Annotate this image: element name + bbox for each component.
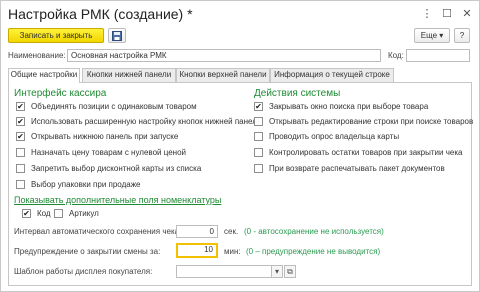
window-title: Настройка РМК (создание) * (8, 6, 193, 22)
option-label: Артикул (69, 209, 99, 218)
checkbox[interactable] (254, 117, 263, 126)
save-button[interactable] (108, 28, 126, 43)
save-and-close-button[interactable]: Записать и закрыть (8, 28, 104, 43)
option-label: Запретить выбор дисконтной карты из спис… (31, 164, 202, 173)
show-extra-fields-link[interactable]: Показывать дополнительные поля номенклат… (14, 195, 221, 205)
checkbox[interactable] (254, 132, 263, 141)
chevron-down-icon[interactable]: ▾ (271, 265, 283, 278)
option-label: Назначать цену товарам с нулевой ценой (31, 148, 186, 157)
tab-top-panel-buttons[interactable]: Кнопки верхней панели (176, 68, 270, 82)
shift-warning-label: Предупреждение о закрытии смены за: (14, 247, 161, 256)
more-button[interactable]: Еще ▾ (414, 28, 450, 43)
checkbox[interactable] (16, 180, 25, 189)
shift-warning-unit: мин: (224, 247, 241, 256)
tab-current-row-info[interactable]: Информация о текущей строке (270, 68, 394, 82)
option-label: Проводить опрос владельца карты (269, 132, 400, 141)
system-actions-title: Действия системы (254, 88, 341, 99)
more-label: Еще (420, 31, 438, 40)
option-label: Контролировать остатки товаров при закры… (269, 148, 463, 157)
help-button[interactable]: ? (454, 28, 470, 43)
name-label: Наименование: (8, 51, 66, 60)
checkbox[interactable]: ✔ (16, 102, 25, 111)
option-label: Закрывать окно поиска при выборе товара (269, 102, 429, 111)
cashier-interface-title: Интерфейс кассира (14, 88, 107, 99)
tab-bottom-panel-buttons[interactable]: Кнопки нижней панели (82, 68, 176, 82)
shift-warning-hint: (0 – предупреждение не выводится) (246, 247, 381, 256)
display-template-label: Шаблон работы дисплея покупателя: (14, 267, 153, 276)
name-field[interactable]: Основная настройка РМК (67, 49, 381, 62)
option-label: Использовать расширенную настройку кнопо… (31, 117, 262, 126)
maximize-icon[interactable]: ☐ (440, 7, 454, 21)
autosave-interval-field[interactable]: 0 (176, 225, 218, 238)
kebab-menu-icon[interactable]: ⋮ (420, 7, 434, 21)
checkbox[interactable] (16, 148, 25, 157)
checkbox[interactable] (16, 164, 25, 173)
floppy-disk-icon (112, 31, 122, 41)
checkbox[interactable]: ✔ (16, 117, 25, 126)
option-label: Выбор упаковки при продаже (31, 180, 141, 189)
code-label: Код: (388, 51, 404, 60)
chevron-down-icon: ▾ (439, 31, 444, 40)
checkbox[interactable]: ✔ (16, 132, 25, 141)
checkbox[interactable] (254, 164, 263, 173)
shift-warning-field[interactable]: 10 (176, 243, 218, 258)
checkbox[interactable]: ✔ (254, 102, 263, 111)
close-icon[interactable]: ✕ (460, 7, 474, 21)
checkbox[interactable] (54, 209, 63, 218)
checkbox[interactable] (254, 148, 263, 157)
tab-general-settings[interactable]: Общие настройки (8, 68, 80, 83)
link-icon[interactable]: ⧉ (284, 265, 296, 278)
option-label: Объединять позиции с одинаковым товаром (31, 102, 197, 111)
code-field[interactable] (406, 49, 470, 62)
option-label: При возврате распечатывать пакет докумен… (269, 164, 445, 173)
option-label: Открывать нижнюю панель при запуске (31, 132, 179, 141)
checkbox[interactable]: ✔ (22, 209, 31, 218)
option-label: Код (37, 209, 51, 218)
autosave-hint: (0 - автосохранение не используется) (244, 227, 384, 236)
option-label: Открывать редактирование строки при поис… (269, 117, 474, 126)
display-template-field[interactable] (176, 265, 272, 278)
autosave-label: Интервал автоматического сохранения чека… (14, 227, 182, 236)
autosave-unit: сек. (224, 227, 239, 236)
